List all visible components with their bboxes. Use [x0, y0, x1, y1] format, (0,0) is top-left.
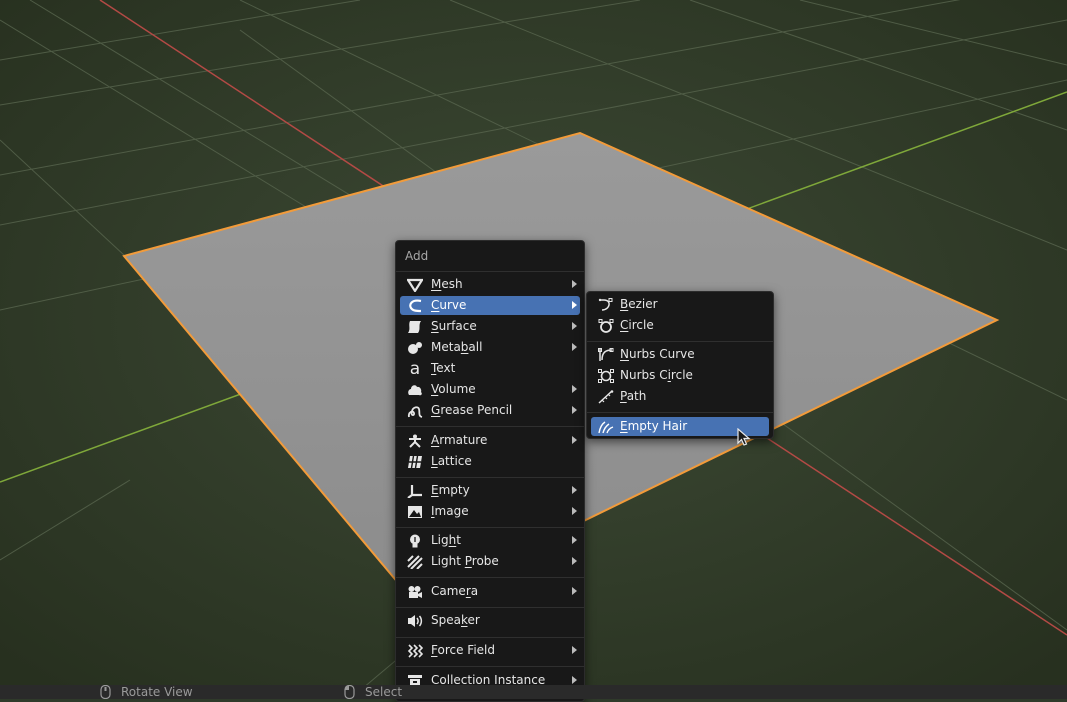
menu-item-curve[interactable]: Curve — [400, 296, 580, 315]
curve-icon — [406, 297, 424, 314]
submenu-arrow-icon — [572, 436, 577, 444]
menu-item-path[interactable]: Path — [591, 387, 769, 406]
camera-icon — [406, 583, 424, 600]
submenu-arrow-icon — [572, 557, 577, 565]
submenu-arrow-icon — [572, 301, 577, 309]
metaball-icon — [406, 339, 424, 356]
menu-item-nurbs-circle[interactable]: Nurbs Circle — [591, 366, 769, 385]
armature-icon — [406, 432, 424, 449]
text-icon: a — [409, 358, 421, 379]
speaker-icon — [406, 612, 424, 629]
mesh-icon — [406, 276, 424, 293]
status-select: Select — [365, 685, 403, 699]
submenu-arrow-icon — [572, 507, 577, 515]
bezier-icon — [597, 296, 615, 313]
submenu-arrow-icon — [572, 676, 577, 684]
submenu-arrow-icon — [572, 322, 577, 330]
grease-pencil-icon — [406, 402, 424, 419]
status-bar: Rotate View Select — [0, 685, 1067, 699]
menu-item-surface[interactable]: Surface — [400, 317, 580, 336]
volume-icon — [406, 381, 424, 398]
lattice-icon — [406, 453, 424, 470]
status-rotate-view: Rotate View — [121, 685, 193, 699]
mouse-cursor-icon — [737, 428, 751, 446]
menu-item-armature[interactable]: Armature — [400, 431, 580, 450]
menu-item-light-probe[interactable]: Light Probe — [400, 552, 580, 571]
nurbs-circle-icon — [597, 367, 615, 384]
image-icon — [406, 503, 424, 520]
menu-item-nurbs-curve[interactable]: Nurbs Curve — [591, 345, 769, 364]
circle-icon — [597, 317, 615, 334]
menu-item-grease-pencil[interactable]: Grease Pencil — [400, 401, 580, 420]
menu-item-volume[interactable]: Volume — [400, 380, 580, 399]
menu-item-bezier[interactable]: Bezier — [591, 295, 769, 314]
submenu-arrow-icon — [572, 406, 577, 414]
curve-submenu: Bezier Circle Nurbs Curve Nurbs Circle P… — [586, 291, 774, 439]
submenu-arrow-icon — [572, 587, 577, 595]
add-menu: Add Mesh Curve Surface Metaball a Text V… — [395, 240, 585, 702]
menu-item-text[interactable]: a Text — [400, 359, 580, 378]
menu-item-metaball[interactable]: Metaball — [400, 338, 580, 357]
light-probe-icon — [406, 553, 424, 570]
nurbs-curve-icon — [597, 346, 615, 363]
menu-item-empty[interactable]: Empty — [400, 481, 580, 500]
mouse-middle-button-icon — [100, 685, 111, 699]
menu-item-image[interactable]: Image — [400, 502, 580, 521]
submenu-arrow-icon — [572, 343, 577, 351]
path-icon — [597, 388, 615, 405]
menu-item-light[interactable]: Light — [400, 531, 580, 550]
surface-icon — [406, 318, 424, 335]
light-icon — [406, 532, 424, 549]
mouse-left-button-icon — [344, 685, 355, 699]
menu-item-circle[interactable]: Circle — [591, 316, 769, 335]
add-menu-title: Add — [405, 249, 429, 263]
menu-item-speaker[interactable]: Speaker — [400, 611, 580, 630]
submenu-arrow-icon — [572, 536, 577, 544]
force-field-icon — [406, 642, 424, 659]
empty-hair-icon — [597, 418, 615, 435]
menu-item-lattice[interactable]: Lattice — [400, 452, 580, 471]
submenu-arrow-icon — [572, 486, 577, 494]
submenu-arrow-icon — [572, 646, 577, 654]
menu-item-force-field[interactable]: Force Field — [400, 641, 580, 660]
submenu-arrow-icon — [572, 385, 577, 393]
empty-icon — [406, 482, 424, 499]
submenu-arrow-icon — [572, 280, 577, 288]
menu-item-mesh[interactable]: Mesh — [400, 275, 580, 294]
menu-item-camera[interactable]: Camera — [400, 582, 580, 601]
